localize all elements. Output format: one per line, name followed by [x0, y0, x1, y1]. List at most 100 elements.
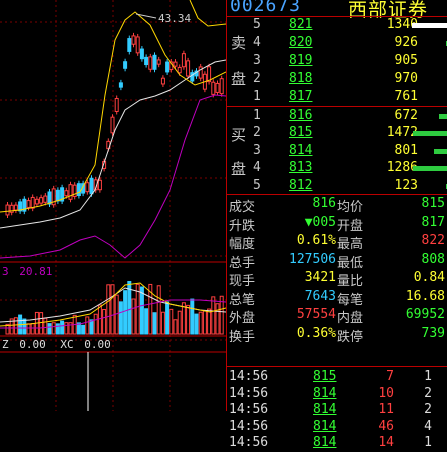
tick-volume: 46 [378, 418, 394, 434]
quote-value: 0.84 [413, 270, 445, 285]
quote-value: 7643 [304, 288, 336, 304]
candle-body [207, 66, 212, 83]
candle-body [144, 56, 149, 66]
candle-body [68, 184, 73, 200]
candle-body [177, 66, 182, 74]
ma-readout: 3 20.81 [2, 265, 52, 278]
volume-bar [152, 312, 157, 335]
candle-body [5, 204, 10, 216]
order-volume: 672 [394, 108, 418, 123]
volume-bar [156, 285, 161, 335]
candle-body [118, 82, 123, 88]
quote-label: 每笔 [337, 292, 364, 308]
tick-count: 1 [424, 369, 432, 384]
quote-value: 739 [421, 325, 445, 341]
quote-label: 外盘 [229, 311, 256, 326]
volume-bar [139, 286, 144, 335]
volume-bar [89, 319, 94, 335]
tick-volume: 14 [378, 435, 394, 450]
candle-body [123, 61, 128, 69]
tick-price: 815 [313, 369, 337, 384]
quote-value: 3421 [304, 270, 336, 285]
tick-price: 814 [313, 418, 337, 434]
volume-bar [144, 308, 149, 335]
ask-row[interactable]: 4 820 926 [227, 35, 447, 52]
candle-body [135, 36, 140, 54]
candle-body [165, 61, 170, 73]
tick-count: 2 [424, 402, 432, 417]
quote-label: 量比 [337, 274, 364, 289]
quote-value: 817 [421, 214, 445, 230]
quote-row: 成交 816 均价 815 [227, 196, 447, 215]
volume-bar [85, 316, 90, 335]
volume-bar [26, 323, 31, 335]
candle-body [131, 35, 136, 45]
level-number: 4 [253, 160, 261, 176]
candle-body [114, 98, 119, 112]
volume-bar [110, 284, 115, 335]
tick-count: 2 [424, 385, 432, 401]
volume-bar [131, 298, 136, 335]
tick-volume: 11 [378, 402, 394, 417]
volume-bar [165, 301, 170, 335]
ask-row[interactable]: 5 821 1340 [227, 17, 447, 34]
tick-row[interactable]: 14:56 814 46 4 [227, 419, 447, 436]
volume-bar [439, 114, 447, 119]
volume-bar [194, 313, 199, 335]
tick-row[interactable]: 14:56 814 14 1 [227, 435, 447, 452]
quote-label: 升跌 [229, 218, 256, 234]
quote-value: ▼005 [304, 214, 336, 230]
bid-row[interactable]: 1 816 672 [227, 108, 447, 125]
order-volume: 801 [394, 142, 418, 158]
tick-row[interactable]: 14:56 815 7 1 [227, 369, 447, 386]
tick-row[interactable]: 14:56 814 10 2 [227, 386, 447, 403]
ask-row[interactable]: 3 819 905 [227, 53, 447, 70]
ask-row[interactable]: 1 817 761 [227, 89, 447, 106]
volume-bar [60, 320, 65, 335]
quote-label: 内盘 [337, 311, 364, 326]
level-number: 5 [253, 17, 261, 32]
quote-row: 换手 0.36% 跌停 739 [227, 325, 447, 345]
quote-value: 815 [421, 196, 445, 211]
volume-bar [198, 311, 203, 335]
quote-value: 816 [312, 196, 336, 211]
bid-row[interactable]: 3 814 801 [227, 143, 447, 160]
level-number: 4 [253, 35, 261, 50]
quote-row: 幅度 0.61% 最高 822 [227, 233, 447, 252]
quote-label: 总手 [229, 255, 256, 271]
quote-label: 幅度 [229, 237, 256, 252]
bid-row[interactable]: 5 812 123 [227, 178, 447, 195]
candle-body [152, 54, 157, 70]
candle-body [85, 182, 90, 193]
volume-bar [81, 324, 86, 335]
tick-price: 814 [313, 385, 337, 401]
ask-row[interactable]: 2 818 970 [227, 71, 447, 88]
kline-chart[interactable]: 43.34 3 20.81 Z 0.00 XC 0.00 [0, 0, 226, 411]
bid-row[interactable]: 2 815 1472 [227, 125, 447, 142]
candle-body [211, 81, 216, 95]
tick-time: 14:56 [229, 369, 269, 384]
quote-label: 换手 [229, 329, 256, 345]
quote-row: 总手 127506 最低 808 [227, 252, 447, 271]
volume-bar [177, 310, 182, 335]
candle-body [97, 179, 102, 191]
quote-label: 总笔 [229, 292, 256, 308]
candle-body [219, 78, 224, 95]
volume-bar [106, 284, 111, 335]
quote-row: 总笔 7643 每笔 16.68 [227, 288, 447, 308]
volume-bar [39, 312, 44, 335]
candle-body [47, 191, 52, 205]
level-number: 5 [253, 177, 261, 193]
quote-row: 外盘 57554 内盘 69952 [227, 307, 447, 326]
order-volume: 970 [394, 71, 418, 86]
tick-price: 814 [313, 435, 337, 450]
volume-bar [186, 304, 191, 335]
bid-row[interactable]: 4 813 1286 [227, 160, 447, 177]
quote-label: 均价 [337, 200, 364, 215]
quote-panel: 002673 西部证券 卖 盘 5 821 1340 4 820 926 3 819 905 2 8… [226, 0, 447, 450]
stock-header: 002673 西部证券 [230, 0, 427, 21]
quote-value: 822 [421, 233, 445, 248]
volume-bar [412, 23, 447, 28]
tick-time: 14:56 [229, 385, 269, 401]
candle-body [64, 190, 69, 197]
